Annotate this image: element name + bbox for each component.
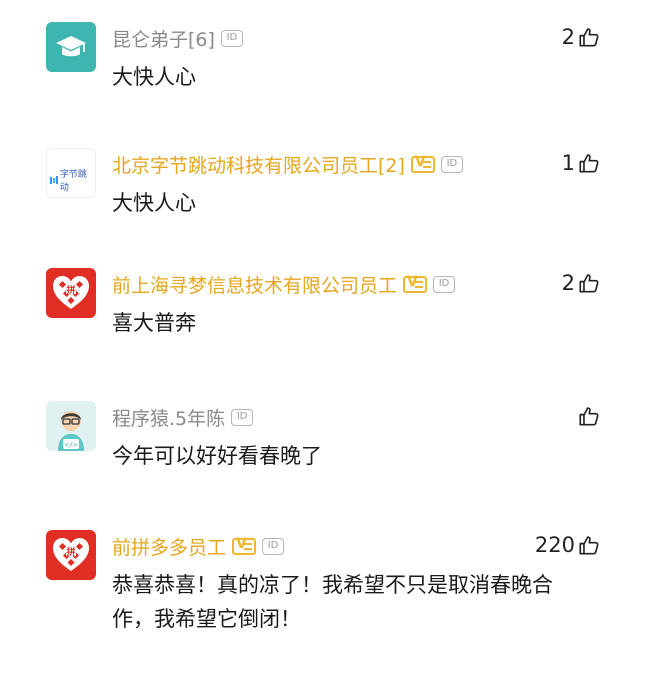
comment-text: 恭喜恭喜！真的凉了！我希望不只是取消春晚合 作，我希望它倒闭！ bbox=[112, 568, 602, 636]
like-button[interactable]: 1 bbox=[562, 148, 600, 178]
author-name[interactable]: 北京字节跳动科技有限公司员工[2] bbox=[112, 151, 405, 178]
thumbs-up-icon bbox=[578, 534, 600, 556]
comment-text-line: 作，我希望它倒闭！ bbox=[112, 607, 301, 631]
pinduoduo-logo bbox=[46, 268, 96, 318]
id-badge: ID bbox=[440, 155, 463, 173]
author-name[interactable]: 前拼多多员工 bbox=[112, 533, 226, 560]
avatar[interactable]: </> bbox=[46, 401, 96, 451]
author-row: 前拼多多员工 V ID bbox=[112, 532, 285, 560]
comment-text: 大快人心 bbox=[112, 191, 196, 215]
author-row: 程序猿.5年陈 ID bbox=[112, 403, 254, 431]
thumbs-up-icon bbox=[578, 272, 600, 294]
author-name[interactable]: 前上海寻梦信息技术有限公司员工 bbox=[112, 271, 397, 298]
thumbs-up-icon bbox=[578, 26, 600, 48]
avatar[interactable]: 字节跳动 bbox=[46, 148, 96, 198]
author-name[interactable]: 昆仑弟子[6] bbox=[112, 25, 215, 52]
avatar[interactable] bbox=[46, 268, 96, 318]
like-button[interactable]: 220 bbox=[535, 530, 600, 560]
graduation-cap-icon bbox=[56, 36, 86, 57]
id-badge: ID bbox=[220, 29, 243, 47]
author-row: 昆仑弟子[6] ID bbox=[112, 24, 243, 52]
id-badge: ID bbox=[433, 275, 456, 293]
avatar[interactable] bbox=[46, 530, 96, 580]
id-badge: ID bbox=[262, 537, 285, 555]
avatar[interactable] bbox=[46, 22, 96, 72]
author-row: 前上海寻梦信息技术有限公司员工 V ID bbox=[112, 270, 456, 298]
programmer-icon: </> bbox=[58, 411, 84, 451]
like-button[interactable]: 2 bbox=[562, 22, 600, 52]
author-row: 北京字节跳动科技有限公司员工[2] V ID bbox=[112, 150, 463, 178]
comment-text: 今年可以好好看春晚了 bbox=[112, 444, 322, 468]
comment-text-line: 恭喜恭喜！真的凉了！我希望不只是取消春晚合 bbox=[112, 573, 553, 597]
like-button[interactable] bbox=[575, 401, 600, 431]
verified-badge-icon: V bbox=[232, 536, 257, 555]
logo-text: 字节跳动 bbox=[59, 170, 87, 193]
bytedance-logo: 字节跳动 bbox=[50, 167, 95, 193]
like-count: 220 bbox=[534, 533, 575, 557]
comment-text: 大快人心 bbox=[112, 65, 196, 89]
verified-badge-icon: V bbox=[410, 154, 435, 173]
comment-text: 喜大普奔 bbox=[112, 311, 196, 335]
author-name[interactable]: 程序猿.5年陈 bbox=[112, 404, 225, 431]
id-badge: ID bbox=[231, 408, 254, 426]
thumbs-up-icon bbox=[578, 405, 600, 427]
like-count: 1 bbox=[561, 151, 575, 175]
svg-text:</>: </> bbox=[65, 441, 78, 449]
pinduoduo-logo bbox=[46, 530, 96, 580]
like-button[interactable]: 2 bbox=[562, 268, 600, 298]
thumbs-up-icon bbox=[578, 152, 600, 174]
verified-badge-icon: V bbox=[403, 274, 428, 293]
like-count: 2 bbox=[561, 25, 575, 49]
like-count: 2 bbox=[561, 271, 575, 295]
